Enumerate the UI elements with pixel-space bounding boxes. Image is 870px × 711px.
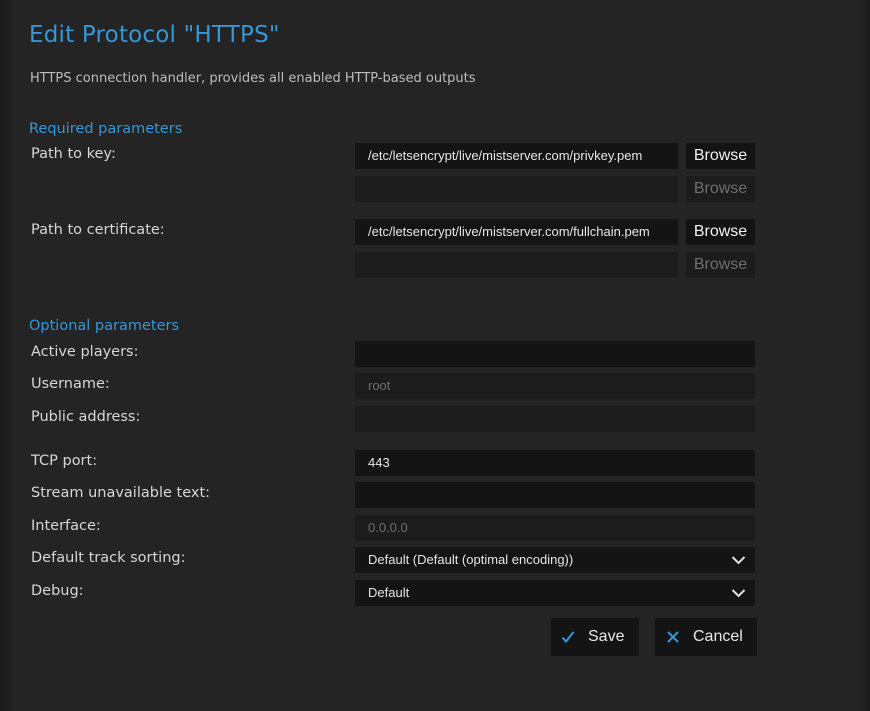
interface-label: Interface: <box>31 518 101 534</box>
save-button[interactable]: Save <box>551 618 639 656</box>
save-button-label: Save <box>588 628 625 645</box>
path-to-certificate-input-2[interactable] <box>355 252 678 278</box>
tcp-port-input[interactable]: 443 <box>355 450 755 476</box>
default-track-sorting-label: Default track sorting: <box>31 550 186 566</box>
path-to-certificate-input-1[interactable]: /etc/letsencrypt/live/mistserver.com/ful… <box>355 219 678 245</box>
path-to-key-label: Path to key: <box>31 146 116 162</box>
username-label: Username: <box>31 376 110 392</box>
chevron-down-icon <box>731 589 746 598</box>
debug-label: Debug: <box>31 583 84 599</box>
browse-certificate-button-2[interactable]: Browse <box>686 252 755 278</box>
default-track-sorting-select[interactable]: Default (Default (optimal encoding)) <box>355 547 755 573</box>
stream-unavailable-text-label: Stream unavailable text: <box>31 485 211 501</box>
browse-certificate-button-1[interactable]: Browse <box>686 219 755 245</box>
active-players-label: Active players: <box>31 344 139 360</box>
path-to-key-input-2[interactable] <box>355 176 678 202</box>
path-to-certificate-label: Path to certificate: <box>31 222 165 238</box>
check-icon <box>561 631 575 644</box>
path-to-key-input-1[interactable]: /etc/letsencrypt/live/mistserver.com/pri… <box>355 143 678 169</box>
protocol-description: HTTPS connection handler, provides all e… <box>30 71 476 86</box>
public-address-input[interactable] <box>355 406 755 432</box>
page-title: Edit Protocol "HTTPS" <box>29 22 280 48</box>
x-icon <box>667 631 679 643</box>
cancel-button-label: Cancel <box>693 628 743 645</box>
tcp-port-label: TCP port: <box>31 453 98 469</box>
cancel-button[interactable]: Cancel <box>655 618 757 656</box>
edit-protocol-page: Edit Protocol "HTTPS" HTTPS connection h… <box>0 0 870 711</box>
optional-parameters-heading: Optional parameters <box>29 318 180 334</box>
debug-select[interactable]: Default <box>355 580 755 606</box>
browse-key-button-1[interactable]: Browse <box>686 143 755 169</box>
username-input[interactable]: root <box>355 373 755 399</box>
interface-input[interactable]: 0.0.0.0 <box>355 515 755 541</box>
stream-unavailable-text-input[interactable] <box>355 482 755 508</box>
debug-value: Default <box>368 585 410 600</box>
active-players-input[interactable] <box>355 341 755 367</box>
browse-key-button-2[interactable]: Browse <box>686 176 755 202</box>
required-parameters-heading: Required parameters <box>29 121 183 137</box>
public-address-label: Public address: <box>31 409 141 425</box>
default-track-sorting-value: Default (Default (optimal encoding)) <box>368 552 574 567</box>
chevron-down-icon <box>731 556 746 565</box>
